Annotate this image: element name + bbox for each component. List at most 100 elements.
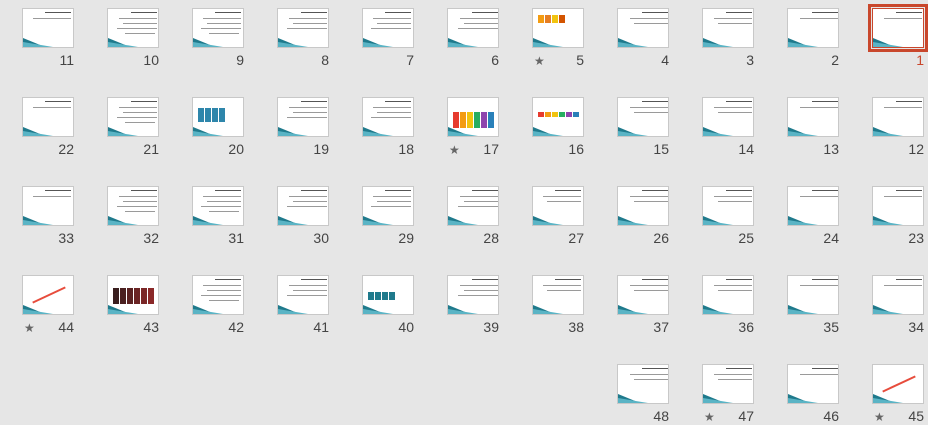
slide-number-label: 8 <box>321 52 329 68</box>
slide-thumbnail-7[interactable] <box>362 8 414 48</box>
slide-thumbnail-12[interactable] <box>872 97 924 137</box>
slide-thumbnail-27[interactable] <box>532 186 584 226</box>
slide-thumbnail-38[interactable] <box>532 275 584 315</box>
slide-text-line <box>884 18 922 19</box>
slide-text-line <box>812 368 838 369</box>
slide-thumbnail-15[interactable] <box>617 97 669 137</box>
slide-text-line <box>884 196 922 197</box>
slide-thumbnail-41[interactable] <box>277 275 329 315</box>
slide-number-label: 29 <box>398 230 414 246</box>
slide-thumbnail-25[interactable] <box>702 186 754 226</box>
slide-number-label: 3 <box>746 52 754 68</box>
slide-text-line <box>464 23 498 24</box>
slide-thumbnail-17[interactable] <box>447 97 499 137</box>
slide-thumbnail-28[interactable] <box>447 186 499 226</box>
slide-thumbnail-22[interactable] <box>22 97 74 137</box>
animation-star-icon[interactable]: ★ <box>534 53 545 69</box>
slide-thumbnail-31[interactable] <box>192 186 244 226</box>
slide-footer-accent-light <box>278 131 308 136</box>
slide-footer-accent-light <box>618 309 648 314</box>
slide-graphic-block <box>198 108 204 122</box>
slide-thumbnail-48[interactable] <box>617 364 669 404</box>
slide-number-label: 1 <box>916 52 924 68</box>
slide-thumbnail-13[interactable] <box>787 97 839 137</box>
slide-thumbnail-32[interactable] <box>107 186 159 226</box>
slide-thumbnail-30[interactable] <box>277 186 329 226</box>
slide-footer-accent-light <box>448 42 478 47</box>
slide-text-line <box>385 190 411 191</box>
slide-thumbnail-1[interactable] <box>868 4 928 52</box>
slide-text-line <box>726 12 752 13</box>
slide-thumbnail-8[interactable] <box>277 8 329 48</box>
slide-thumbnail-33[interactable] <box>22 186 74 226</box>
slide-thumbnail-40[interactable] <box>362 275 414 315</box>
slide-thumbnail-39[interactable] <box>447 275 499 315</box>
slide-thumbnail-14[interactable] <box>702 97 754 137</box>
animation-star-icon[interactable]: ★ <box>704 409 715 425</box>
slide-thumbnail-6[interactable] <box>447 8 499 48</box>
slide-number-label: 20 <box>228 141 244 157</box>
slide-footer-accent-light <box>788 131 818 136</box>
slide-thumbnail-4[interactable] <box>617 8 669 48</box>
slide-thumbnail-18[interactable] <box>362 97 414 137</box>
slide-number-label: 48 <box>653 408 669 424</box>
animation-star-icon[interactable]: ★ <box>449 142 460 158</box>
animation-star-icon[interactable]: ★ <box>24 320 35 336</box>
slide-footer-accent-light <box>873 398 903 403</box>
slide-text-line <box>896 101 922 102</box>
slide-graphic-block <box>566 112 572 117</box>
slide-text-line <box>287 206 327 207</box>
slide-thumbnail-10[interactable] <box>107 8 159 48</box>
slide-text-line <box>215 279 241 280</box>
slide-text-line <box>812 101 838 102</box>
slide-thumbnail-47[interactable] <box>702 364 754 404</box>
slide-thumbnail-42[interactable] <box>192 275 244 315</box>
slide-graphic-block <box>368 292 374 300</box>
slide-footer-accent-light <box>278 42 308 47</box>
slide-footer-accent-light <box>873 309 903 314</box>
slide-thumbnail-11[interactable] <box>22 8 74 48</box>
slide-text-line <box>812 190 838 191</box>
slide-thumbnail-3[interactable] <box>702 8 754 48</box>
slide-footer-accent-light <box>108 131 138 136</box>
slide-thumbnail-44[interactable] <box>22 275 74 315</box>
slide-number-label: 18 <box>398 141 414 157</box>
slide-thumbnail-20[interactable] <box>192 97 244 137</box>
slide-thumbnail-23[interactable] <box>872 186 924 226</box>
slide-thumbnail-5[interactable] <box>532 8 584 48</box>
slide-thumbnail-21[interactable] <box>107 97 159 137</box>
slide-footer-accent-light <box>278 309 308 314</box>
slide-thumbnail-37[interactable] <box>617 275 669 315</box>
slide-text-line <box>543 196 581 197</box>
slide-text-line <box>203 196 241 197</box>
slide-thumbnail-24[interactable] <box>787 186 839 226</box>
slide-number-label: 13 <box>823 141 839 157</box>
slide-thumbnail-9[interactable] <box>192 8 244 48</box>
slide-thumbnail-16[interactable] <box>532 97 584 137</box>
animation-star-icon[interactable]: ★ <box>874 409 885 425</box>
slide-text-line <box>215 190 241 191</box>
slide-text-line <box>289 196 327 197</box>
slide-text-line <box>385 12 411 13</box>
slide-text-line <box>458 28 498 29</box>
slide-thumbnail-34[interactable] <box>872 275 924 315</box>
slide-text-line <box>117 117 157 118</box>
slide-graphic-block <box>538 112 544 117</box>
slide-graphic-block <box>545 112 551 117</box>
slide-number-label: 37 <box>653 319 669 335</box>
slide-thumbnail-26[interactable] <box>617 186 669 226</box>
slide-thumbnail-36[interactable] <box>702 275 754 315</box>
slide-thumbnail-43[interactable] <box>107 275 159 315</box>
slide-text-line <box>555 279 581 280</box>
slide-thumbnail-45[interactable] <box>872 364 924 404</box>
slide-footer-accent-light <box>193 42 223 47</box>
slide-thumbnail-2[interactable] <box>787 8 839 48</box>
slide-thumbnail-29[interactable] <box>362 186 414 226</box>
slide-text-line <box>119 18 157 19</box>
slide-thumbnail-19[interactable] <box>277 97 329 137</box>
slide-thumbnail-35[interactable] <box>787 275 839 315</box>
slide-text-line <box>131 101 157 102</box>
slide-thumbnail-46[interactable] <box>787 364 839 404</box>
slide-text-line <box>289 107 327 108</box>
slide-number-label: 10 <box>143 52 159 68</box>
